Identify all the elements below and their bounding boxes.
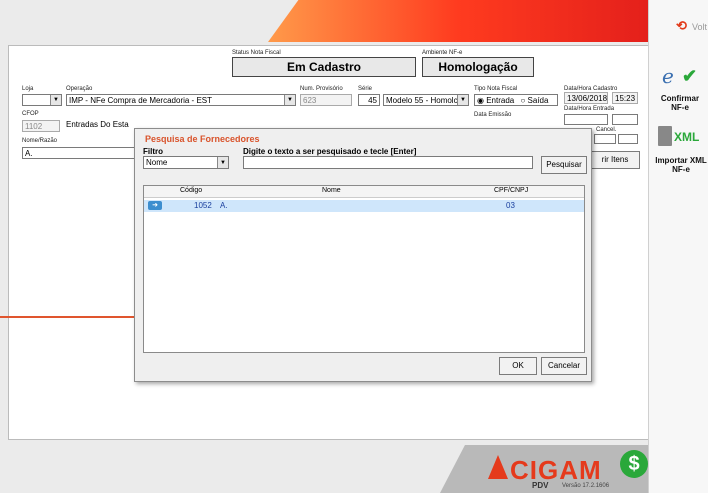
row-codigo: 1052	[194, 201, 212, 210]
chevron-down-icon[interactable]: ▼	[284, 95, 295, 105]
status-label: Status Nota Fiscal	[232, 50, 281, 56]
col-cpf-cnpj[interactable]: CPF/CNPJ	[494, 187, 528, 194]
operacao-label: Operação	[66, 86, 93, 92]
confirmar-nfe-button[interactable]: e ✔ Confirmar NF-e	[654, 64, 706, 120]
tipo-nota-group: ◉ Entrada ○ Saída	[474, 94, 558, 106]
filtro-value: Nome	[146, 158, 168, 167]
nome-razao-label: Nome/Razão	[22, 138, 58, 144]
dollar-icon: $	[620, 450, 648, 478]
dh-entrada-date[interactable]	[564, 114, 608, 125]
voltar-label[interactable]: Volt	[692, 22, 707, 32]
loja-select[interactable]: ▼	[22, 94, 62, 106]
grid-header: Código Nome CPF/CNPJ	[144, 186, 584, 198]
pesquisa-fornecedores-dialog: Pesquisa de Fornecedores Filtro Nome ▼ D…	[134, 128, 592, 382]
importar-xml-label: Importar XML NF-e	[655, 156, 707, 174]
filtro-select[interactable]: Nome ▼	[143, 156, 229, 169]
cfop-label: CFOP	[22, 111, 39, 117]
cancel-field-2[interactable]	[618, 134, 638, 144]
ambiente-value: Homologação	[422, 57, 534, 77]
entrada-radio-label: Entrada	[486, 96, 515, 105]
operacao-value: IMP - NFe Compra de Mercadoria - EST	[69, 96, 213, 105]
chevron-down-icon[interactable]: ▼	[217, 157, 228, 168]
cfop-code: 1102	[22, 120, 60, 132]
row-cpf-cnpj: 03	[506, 201, 515, 210]
incluir-itens-button[interactable]: rir Itens	[590, 151, 640, 169]
ok-button[interactable]: OK	[499, 357, 537, 375]
saida-radio-label: Saída	[527, 96, 549, 105]
confirm-nfe-icon: e ✔	[662, 64, 698, 88]
xml-icon-text: XML	[674, 130, 700, 144]
entrada-radio[interactable]: ◉ Entrada	[477, 96, 514, 105]
confirmar-nfe-label: Confirmar NF-e	[660, 94, 700, 112]
filtro-label: Filtro	[143, 147, 163, 156]
pdv-label: PDV	[532, 481, 549, 490]
num-provisorio-label: Num. Provisório	[300, 86, 343, 92]
serie-label: Série	[358, 86, 373, 92]
modelo-select[interactable]: Modelo 55 - Homolc ▼	[383, 94, 469, 106]
table-row[interactable]: ➜ 1052 A. 03	[144, 200, 584, 212]
version-label: Versão 17.2.1606	[562, 483, 610, 489]
status-value: Em Cadastro	[232, 57, 416, 77]
cigam-logo: CIGAM	[510, 455, 602, 485]
row-nome: A.	[220, 201, 228, 210]
dialog-title: Pesquisa de Fornecedores	[145, 134, 260, 144]
dh-cadastro-date: 13/06/2018	[564, 92, 608, 104]
dh-cadastro-time: 15:23	[612, 92, 638, 104]
cancel-field-1[interactable]	[594, 134, 616, 144]
ambiente-label: Ambiente NF-e	[422, 50, 463, 56]
arrow-right-icon: ➜	[148, 201, 162, 210]
operacao-select[interactable]: IMP - NFe Compra de Mercadoria - EST ▼	[66, 94, 296, 106]
search-label: Digite o texto a ser pesquisado e tecle …	[243, 147, 417, 156]
chevron-down-icon[interactable]: ▼	[50, 95, 61, 105]
nome-razao-field[interactable]: A.	[22, 147, 136, 159]
cancelar-button[interactable]: Cancelar	[541, 357, 587, 375]
dh-entrada-label: Data/Hora Entrada	[564, 106, 615, 112]
col-nome[interactable]: Nome	[322, 187, 341, 194]
loja-label: Loja	[22, 86, 34, 92]
dh-entrada-time[interactable]	[612, 114, 638, 125]
cancel-label: Cancel.	[596, 127, 617, 133]
data-emissao-label: Data Emissão	[474, 112, 512, 118]
col-codigo[interactable]: Código	[180, 187, 202, 194]
pesquisar-button[interactable]: Pesquisar	[541, 156, 587, 174]
header-accent-band	[268, 0, 648, 42]
saida-radio[interactable]: ○ Saída	[520, 96, 548, 105]
undo-icon[interactable]: ⟲	[676, 18, 687, 34]
modelo-value: Modelo 55 - Homolc	[386, 96, 458, 105]
tipo-nota-label: Tipo Nota Fiscal	[474, 86, 518, 92]
serie-field[interactable]: 45	[358, 94, 380, 106]
num-provisorio-field: 623	[300, 94, 352, 106]
results-grid: Código Nome CPF/CNPJ ➜ 1052 A. 03	[143, 185, 585, 353]
search-input[interactable]	[243, 156, 533, 169]
xml-file-icon: XML	[654, 124, 708, 150]
chevron-down-icon[interactable]: ▼	[457, 95, 468, 105]
importar-xml-button[interactable]: XML Importar XML NF-e	[654, 124, 708, 176]
